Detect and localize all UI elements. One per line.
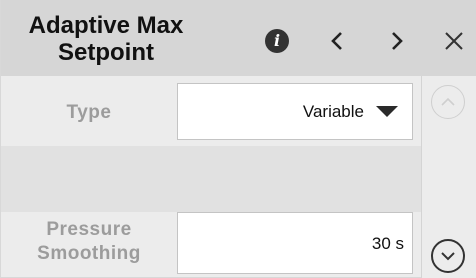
type-label: Type [66,102,112,123]
setting-row-type: Type Variable [1,76,421,146]
chevron-right-icon [392,32,403,50]
panel-title-line1: Adaptive Max [28,12,184,39]
chevron-down-circle-icon [441,252,455,261]
panel-title-line2: Setpoint [58,39,154,66]
next-button[interactable] [383,24,411,58]
pressure-smoothing-label: Pressure Smoothing [1,218,177,266]
chevron-left-icon [331,32,342,50]
setting-row-empty [1,146,421,212]
type-value: Variable [302,101,364,121]
panel-header: Adaptive Max Setpoint i [1,0,476,76]
setting-row-pressure-smoothing: Pressure Smoothing 30 s [1,212,421,278]
scroll-column [421,76,476,278]
close-button[interactable] [439,24,469,58]
scroll-down-button[interactable] [431,239,465,273]
info-icon: i [265,29,289,53]
scroll-up-button [431,85,465,119]
pressure-smoothing-label-line2: Smoothing [37,243,141,264]
panel-title: Adaptive Max Setpoint [11,12,201,66]
chevron-up-circle-icon [441,97,455,106]
type-dropdown[interactable]: Variable [177,83,413,140]
info-button[interactable]: i [262,24,292,58]
close-icon [445,32,463,50]
previous-button[interactable] [323,24,351,58]
caret-down-icon [376,106,398,117]
setpoint-panel: Adaptive Max Setpoint i Type Variable Pr… [0,0,476,278]
settings-list: Type Variable Pressure Smoothing 30 s [1,76,421,278]
pressure-smoothing-label-line1: Pressure [46,219,132,240]
pressure-smoothing-input[interactable]: 30 s [177,212,413,274]
